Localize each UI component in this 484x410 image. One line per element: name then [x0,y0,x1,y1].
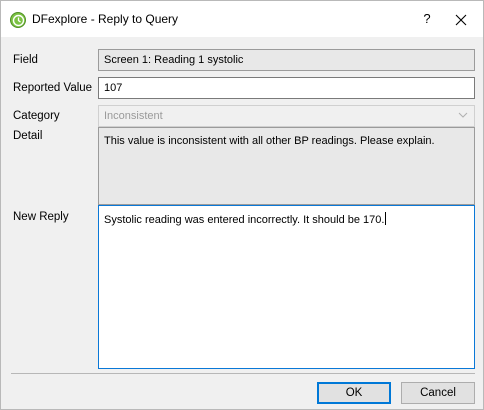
title-bar[interactable]: DFexplore - Reply to Query ? [1,1,483,37]
ok-button[interactable]: OK [317,382,391,404]
new-reply-text: Systolic reading was entered incorrectly… [104,214,385,226]
field-value: Screen 1: Reading 1 systolic [98,49,475,71]
help-button[interactable]: ? [417,9,437,29]
category-value: Inconsistent [104,110,163,122]
chevron-down-icon [458,112,468,118]
category-select: Inconsistent [98,105,475,127]
button-divider [11,373,475,374]
field-label: Field [13,54,38,66]
reported-value-input[interactable]: 107 [98,77,475,99]
reported-value-label: Reported Value [13,82,93,94]
close-button[interactable] [449,9,473,29]
window-title: DFexplore - Reply to Query [32,12,179,26]
dfexplore-app-icon [10,12,26,28]
new-reply-textarea[interactable]: Systolic reading was entered incorrectly… [98,205,475,369]
detail-label: Detail [13,130,43,142]
category-label: Category [13,110,60,122]
detail-text: This value is inconsistent with all othe… [98,127,475,205]
cancel-button[interactable]: Cancel [401,382,475,404]
new-reply-label: New Reply [13,211,69,223]
reply-to-query-dialog: DFexplore - Reply to Query ? Field Scree… [0,0,484,410]
text-caret [385,212,387,225]
close-icon [455,14,467,26]
